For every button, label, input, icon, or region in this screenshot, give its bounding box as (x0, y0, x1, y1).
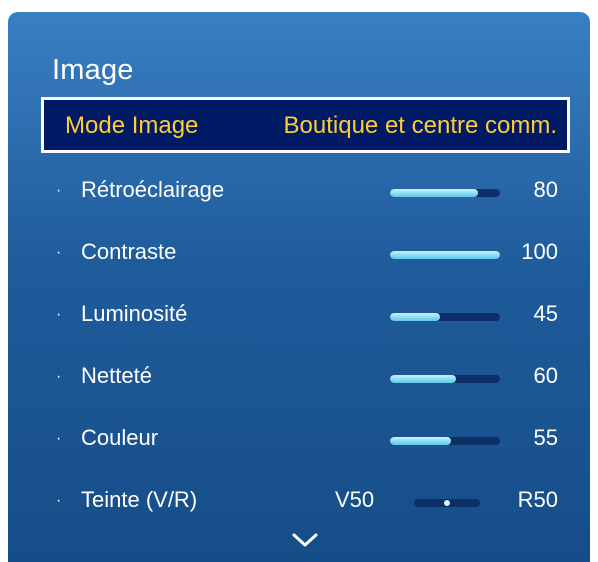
brightness-slider-fill (390, 313, 440, 321)
picture-mode-value: Boutique et centre comm. (283, 112, 557, 139)
tint-slider-knob[interactable] (444, 500, 450, 506)
color-slider-fill (390, 437, 451, 445)
contrast-slider[interactable] (390, 251, 500, 259)
menu-item-tint[interactable]: · Teinte (V/R) V50 R50 (8, 470, 590, 532)
color-value: 55 (533, 425, 558, 450)
tint-red-value: R50 (517, 487, 558, 512)
chevron-down-icon[interactable] (291, 532, 319, 548)
bullet-icon: · (56, 368, 62, 385)
bullet-icon: · (56, 492, 62, 509)
picture-mode-label: Mode Image (65, 112, 199, 139)
sharpness-slider[interactable] (390, 375, 500, 383)
tint-slider[interactable] (414, 499, 480, 507)
brightness-value: 45 (533, 301, 558, 326)
bullet-icon: · (56, 182, 62, 199)
bullet-icon: · (56, 244, 62, 261)
backlight-value: 80 (533, 177, 558, 202)
menu-title: Image (52, 54, 134, 86)
picture-menu-panel: Image Mode Image Boutique et centre comm… (8, 12, 590, 562)
tint-label: Teinte (V/R) (81, 487, 198, 512)
sharpness-value: 60 (533, 363, 558, 388)
backlight-label: Rétroéclairage (81, 177, 225, 202)
brightness-slider[interactable] (390, 313, 500, 321)
backlight-slider-fill (390, 189, 478, 197)
menu-item-color[interactable]: · Couleur 55 (8, 408, 590, 470)
contrast-label: Contraste (81, 239, 177, 264)
menu-item-contrast[interactable]: · Contraste 100 (8, 222, 590, 284)
bullet-icon: · (56, 306, 62, 323)
sharpness-label: Netteté (81, 363, 152, 388)
backlight-slider[interactable] (390, 189, 500, 197)
bullet-icon: · (56, 430, 62, 447)
menu-item-brightness[interactable]: · Luminosité 45 (8, 284, 590, 346)
tint-green-value: V50 (335, 487, 375, 512)
color-slider[interactable] (390, 437, 500, 445)
menu-item-sharpness[interactable]: · Netteté 60 (8, 346, 590, 408)
sharpness-slider-fill (390, 375, 456, 383)
menu-item-picture-mode[interactable]: Mode Image Boutique et centre comm. (41, 97, 570, 153)
brightness-label: Luminosité (81, 301, 188, 326)
contrast-slider-fill (390, 251, 500, 259)
menu-item-backlight[interactable]: · Rétroéclairage 80 (8, 160, 590, 222)
contrast-value: 100 (521, 239, 558, 264)
color-label: Couleur (81, 425, 159, 450)
